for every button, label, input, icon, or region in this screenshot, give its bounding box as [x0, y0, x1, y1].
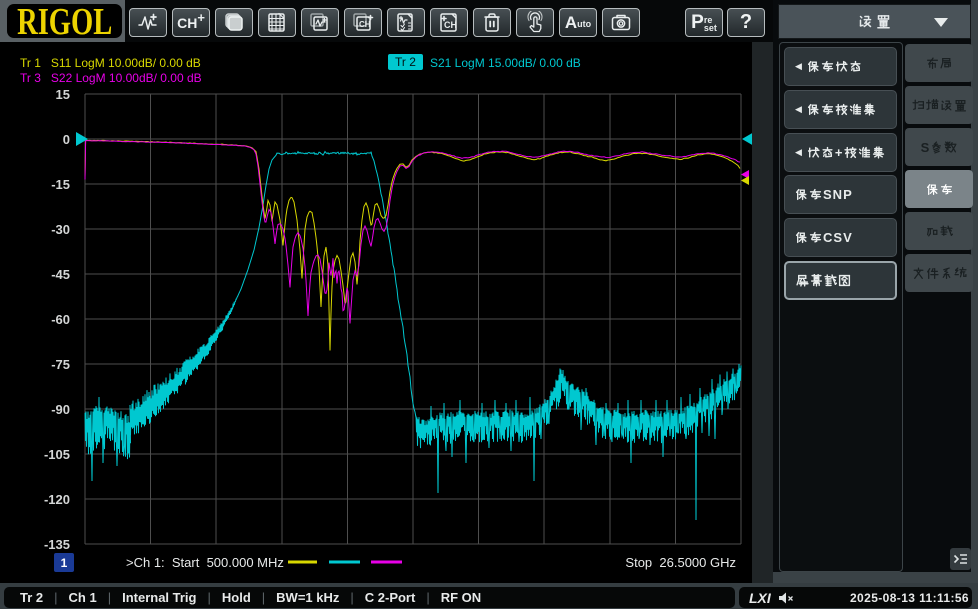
svg-text:CH: CH — [444, 20, 457, 30]
svg-text:CH: CH — [359, 20, 371, 29]
